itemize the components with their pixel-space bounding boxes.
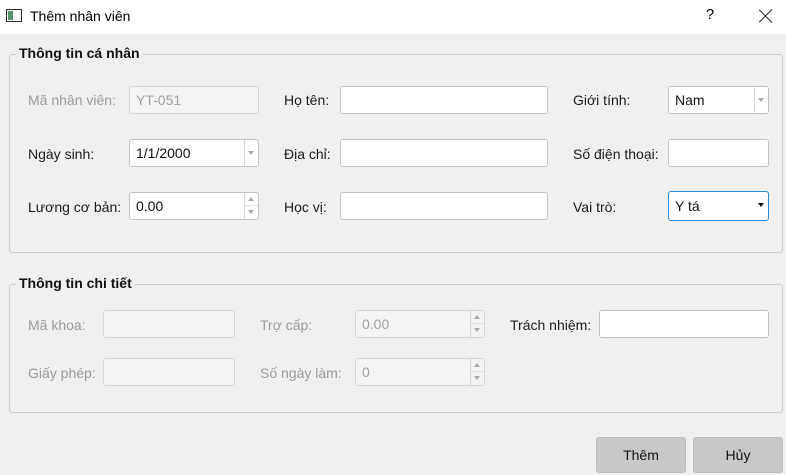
department-field[interactable] bbox=[103, 310, 235, 338]
chevron-down-icon[interactable] bbox=[754, 87, 768, 113]
window-title: Thêm nhân viên bbox=[30, 8, 131, 24]
gender-select[interactable]: Nam bbox=[668, 86, 769, 114]
chevron-down-icon[interactable] bbox=[244, 140, 258, 166]
address-label: Địa chỉ: bbox=[284, 146, 331, 162]
title-bar: Thêm nhân viên ? bbox=[0, 0, 786, 34]
degree-field[interactable] bbox=[340, 192, 548, 220]
responsibility-label: Trách nhiệm: bbox=[510, 317, 592, 333]
phone-field[interactable] bbox=[668, 139, 769, 167]
spin-down-icon[interactable] bbox=[471, 324, 484, 337]
workdays-label: Số ngày làm: bbox=[260, 365, 342, 381]
responsibility-field[interactable] bbox=[599, 310, 769, 338]
details-title: Thông tin chi tiết bbox=[16, 275, 135, 291]
salary-spinbox[interactable]: 0.00 bbox=[129, 192, 259, 220]
employee-id-field[interactable]: YT-051 bbox=[129, 86, 259, 114]
help-button[interactable]: ? bbox=[702, 6, 718, 26]
role-select-value: Y tá bbox=[675, 198, 700, 214]
workdays-spinbox[interactable]: 0 bbox=[355, 358, 485, 386]
personal-info-title: Thông tin cá nhân bbox=[16, 45, 143, 61]
workdays-value: 0 bbox=[362, 364, 370, 380]
allowance-stepper[interactable] bbox=[470, 311, 484, 337]
app-window-icon bbox=[6, 9, 22, 22]
spin-down-icon[interactable] bbox=[471, 372, 484, 385]
cancel-button[interactable]: Hủy bbox=[693, 437, 783, 473]
spin-down-icon[interactable] bbox=[245, 206, 258, 219]
full-name-field[interactable] bbox=[340, 86, 548, 114]
gender-label: Giới tính: bbox=[573, 92, 631, 108]
spin-up-icon[interactable] bbox=[471, 359, 484, 372]
allowance-label: Trợ cấp: bbox=[260, 317, 313, 333]
full-name-label: Họ tên: bbox=[284, 92, 330, 108]
add-button[interactable]: Thêm bbox=[596, 437, 686, 473]
chevron-down-icon[interactable] bbox=[755, 192, 768, 220]
birthdate-value: 1/1/2000 bbox=[136, 145, 191, 161]
workdays-stepper[interactable] bbox=[470, 359, 484, 385]
license-field[interactable] bbox=[103, 358, 235, 386]
salary-value: 0.00 bbox=[136, 198, 164, 214]
department-label: Mã khoa: bbox=[28, 317, 86, 333]
employee-id-label: Mã nhân viên: bbox=[28, 92, 116, 108]
gender-select-value: Nam bbox=[675, 92, 705, 108]
birthdate-label: Ngày sinh: bbox=[28, 146, 95, 162]
salary-stepper[interactable] bbox=[244, 193, 258, 219]
phone-label: Số điện thoại: bbox=[573, 146, 659, 162]
allowance-value: 0.00 bbox=[362, 316, 390, 332]
degree-label: Học vị: bbox=[284, 199, 327, 215]
allowance-spinbox[interactable]: 0.00 bbox=[355, 310, 485, 338]
address-field[interactable] bbox=[340, 139, 548, 167]
license-label: Giấy phép: bbox=[28, 365, 96, 381]
salary-label: Lương cơ bản: bbox=[28, 199, 122, 215]
details-group: Thông tin chi tiết bbox=[9, 275, 783, 413]
close-icon[interactable] bbox=[756, 6, 776, 26]
spin-up-icon[interactable] bbox=[471, 311, 484, 324]
spin-up-icon[interactable] bbox=[245, 193, 258, 206]
role-select[interactable]: Y tá bbox=[668, 191, 769, 221]
birthdate-picker[interactable]: 1/1/2000 bbox=[129, 139, 259, 167]
role-label: Vai trò: bbox=[573, 199, 617, 215]
